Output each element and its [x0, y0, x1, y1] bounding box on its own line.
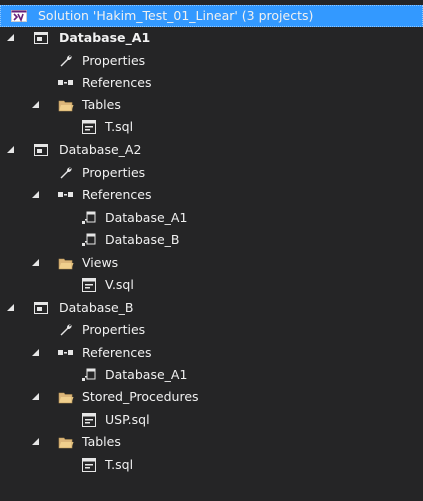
references-icon: [57, 344, 75, 362]
sql-file-node[interactable]: T.sql: [0, 116, 423, 138]
sql-file-node[interactable]: V.sql: [0, 274, 423, 296]
solution-label: Solution 'Hakim_Test_01_Linear' (3 proje…: [38, 8, 314, 23]
reference-item[interactable]: Database_B: [0, 229, 423, 251]
project-node-database-a1[interactable]: Database_A1: [0, 27, 423, 49]
properties-label: Properties: [82, 53, 146, 68]
solution-explorer-tree: Solution 'Hakim_Test_01_Linear' (3 proje…: [0, 0, 423, 501]
collapse-arrow-icon[interactable]: [31, 392, 41, 402]
project-node-database-b[interactable]: Database_B: [0, 297, 423, 319]
project-reference-icon: [80, 231, 98, 249]
references-node[interactable]: References: [0, 72, 423, 94]
file-label: T.sql: [105, 457, 134, 472]
reference-label: Database_A1: [105, 210, 188, 225]
vs-solution-icon: [10, 7, 28, 25]
properties-node[interactable]: Properties: [0, 319, 423, 341]
sql-file-node[interactable]: T.sql: [0, 454, 423, 476]
references-label: References: [82, 345, 152, 360]
database-project-icon: [32, 29, 50, 47]
folder-open-icon: [57, 388, 75, 406]
collapse-arrow-icon[interactable]: [31, 258, 41, 268]
project-label: Database_A1: [59, 30, 151, 45]
file-label: T.sql: [105, 119, 134, 134]
collapse-arrow-icon[interactable]: [31, 348, 41, 358]
wrench-icon: [57, 321, 75, 339]
folder-label: Tables: [82, 434, 121, 449]
wrench-icon: [57, 164, 75, 182]
reference-label: Database_A1: [105, 367, 188, 382]
sql-file-icon: [80, 456, 98, 474]
project-node-database-a2[interactable]: Database_A2: [0, 139, 423, 161]
file-label: V.sql: [105, 277, 134, 292]
database-project-icon: [32, 141, 50, 159]
properties-label: Properties: [82, 165, 146, 180]
collapse-arrow-icon[interactable]: [31, 437, 41, 447]
sql-file-icon: [80, 118, 98, 136]
folder-label: Tables: [82, 97, 121, 112]
folder-open-icon: [57, 254, 75, 272]
collapse-arrow-icon[interactable]: [31, 100, 41, 110]
collapse-arrow-icon[interactable]: [6, 303, 16, 313]
wrench-icon: [57, 52, 75, 70]
file-label: USP.sql: [105, 412, 150, 427]
sql-file-icon: [80, 276, 98, 294]
properties-label: Properties: [82, 322, 146, 337]
folder-node-tables[interactable]: Tables: [0, 431, 423, 453]
reference-item[interactable]: Database_A1: [0, 364, 423, 386]
references-label: References: [82, 187, 152, 202]
collapse-arrow-icon[interactable]: [31, 190, 41, 200]
solution-node[interactable]: Solution 'Hakim_Test_01_Linear' (3 proje…: [0, 5, 423, 27]
project-label: Database_B: [59, 300, 134, 315]
folder-open-icon: [57, 433, 75, 451]
database-project-icon: [32, 299, 50, 317]
folder-label: Views: [82, 255, 119, 270]
project-reference-icon: [80, 366, 98, 384]
reference-label: Database_B: [105, 232, 180, 247]
folder-open-icon: [57, 96, 75, 114]
properties-node[interactable]: Properties: [0, 50, 423, 72]
project-reference-icon: [80, 209, 98, 227]
folder-node-tables[interactable]: Tables: [0, 94, 423, 116]
sql-file-node[interactable]: USP.sql: [0, 409, 423, 431]
collapse-arrow-icon[interactable]: [6, 145, 16, 155]
folder-node-stored-procedures[interactable]: Stored_Procedures: [0, 386, 423, 408]
reference-item[interactable]: Database_A1: [0, 207, 423, 229]
folder-label: Stored_Procedures: [82, 389, 199, 404]
project-label: Database_A2: [59, 142, 142, 157]
properties-node[interactable]: Properties: [0, 162, 423, 184]
folder-node-views[interactable]: Views: [0, 252, 423, 274]
references-node[interactable]: References: [0, 184, 423, 206]
references-label: References: [82, 75, 152, 90]
references-icon: [57, 74, 75, 92]
references-node[interactable]: References: [0, 342, 423, 364]
references-icon: [57, 186, 75, 204]
sql-file-icon: [80, 411, 98, 429]
collapse-arrow-icon[interactable]: [6, 33, 16, 43]
